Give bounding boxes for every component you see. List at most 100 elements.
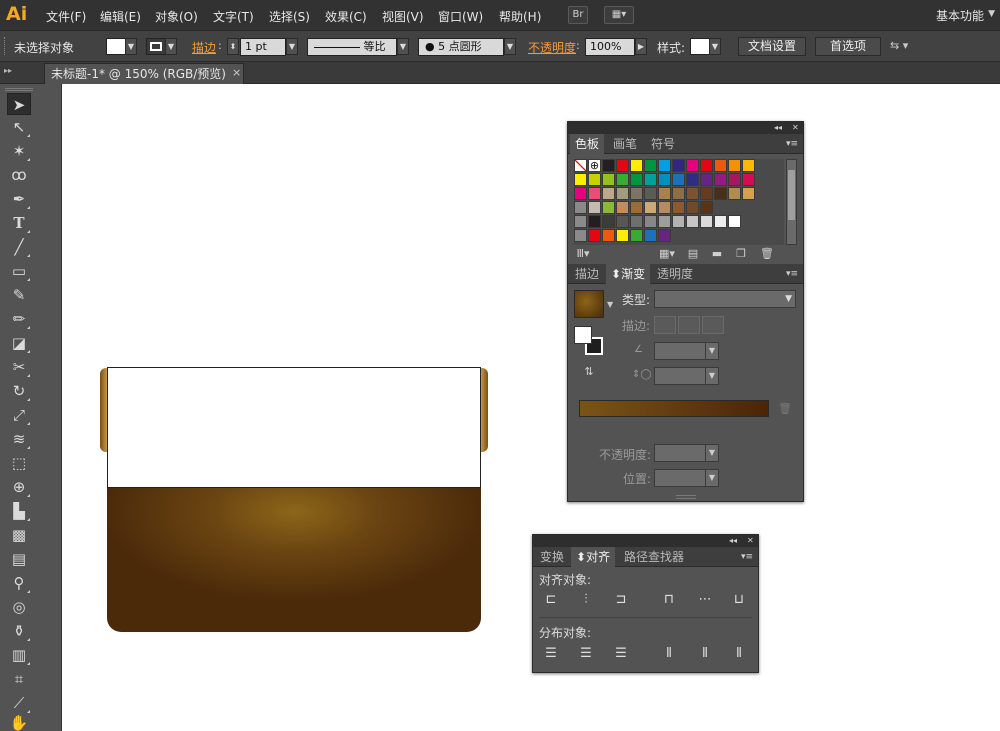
fill-stroke-indicator[interactable] [574,326,604,356]
close-icon[interactable]: × [232,66,241,79]
tab-swatches[interactable]: 色板 [570,134,605,154]
color-swatch[interactable] [672,173,685,186]
panel-menu-icon[interactable]: ▾≡ [741,552,753,562]
color-swatch[interactable] [714,187,727,200]
fill-box[interactable] [574,326,592,344]
panel-menu-icon[interactable]: ▾≡ [786,139,798,149]
stepper-icon[interactable]: ⬍ [227,38,239,55]
color-swatch[interactable] [742,159,755,172]
panel-titlebar[interactable]: ◂◂ ✕ [533,535,758,547]
document-setup-button[interactable]: 文档设置 [738,37,806,56]
perspective-grid-tool-icon[interactable]: ▙ [7,500,31,522]
new-color-group-icon[interactable]: ▬ [708,246,726,262]
menu-window[interactable]: 窗口(W) [438,8,483,25]
fill-swatch[interactable] [106,38,126,55]
tab-symbols[interactable]: 符号 [646,134,680,154]
color-swatch[interactable] [616,201,629,214]
type-tool-icon[interactable]: T [7,212,31,234]
menu-type[interactable]: 文字(T) [213,8,254,25]
color-swatch[interactable] [714,159,727,172]
tab-transform[interactable]: 变换 [535,547,569,567]
pencil-tool-icon[interactable]: ✏ [7,308,31,330]
align-top-icon[interactable]: ⊓ [659,591,679,609]
stroke-label[interactable]: 描边 [192,39,216,56]
variable-width-profile[interactable]: 等比 [307,38,397,56]
bridge-button[interactable]: Br [568,6,588,24]
color-swatch[interactable] [630,215,643,228]
swatch-library-icon[interactable]: Ⅲ▾ [574,246,592,262]
trash-icon[interactable]: 🗑 [758,246,776,262]
gradient-tool-icon[interactable]: ▤ [7,548,31,570]
new-swatch-icon[interactable]: ❐ [732,246,750,262]
collapse-icon[interactable]: ◂◂ [774,122,782,134]
color-swatch[interactable] [714,173,727,186]
distribute-bottom-icon[interactable]: ☰ [611,645,631,663]
color-swatch[interactable] [658,187,671,200]
preferences-button[interactable]: 首选项 [815,37,881,56]
color-swatch[interactable] [742,187,755,200]
rotate-tool-icon[interactable]: ↻ [7,380,31,402]
swatch-scrollbar[interactable] [786,159,797,245]
color-swatch[interactable] [574,173,587,186]
chevron-down-icon[interactable]: ▼ [705,367,719,385]
pasteboard[interactable] [38,84,62,731]
color-swatch[interactable] [644,229,657,242]
chevron-down-icon[interactable]: ▼ [165,38,177,55]
color-swatch[interactable] [700,215,713,228]
color-swatch[interactable] [630,229,643,242]
stroke-gradient-across-icon[interactable] [702,316,724,334]
slice-tool-icon[interactable]: ⟋ [7,692,31,714]
color-swatch[interactable] [658,229,671,242]
tab-pathfinder[interactable]: 路径查找器 [619,547,689,567]
eraser-tool-icon[interactable]: ◪ [7,332,31,354]
color-swatch[interactable] [630,187,643,200]
registration-swatch[interactable]: ⊕ [588,159,601,172]
artwork-gradient-body[interactable] [107,482,481,632]
stop-opacity-input[interactable] [654,444,706,462]
chevron-down-icon[interactable]: ▼ [286,38,298,55]
chevron-down-icon[interactable]: ▼ [397,38,409,55]
color-swatch[interactable] [658,201,671,214]
color-swatch[interactable] [644,215,657,228]
distribute-right-icon[interactable]: ⦀ [729,645,749,663]
menu-effect[interactable]: 效果(C) [325,8,367,25]
color-swatch[interactable] [630,173,643,186]
color-swatch[interactable] [672,187,685,200]
distribute-vertical-center-icon[interactable]: ☰ [576,645,596,663]
eyedropper-tool-icon[interactable]: ⚲ [7,572,31,594]
workspace-switcher[interactable]: 基本功能 [936,7,984,24]
chevron-down-icon[interactable]: ▼ [705,342,719,360]
blend-tool-icon[interactable]: ◎ [7,596,31,618]
color-swatch[interactable] [686,215,699,228]
color-swatch[interactable] [658,159,671,172]
aspect-ratio-input[interactable] [654,367,706,385]
color-swatch[interactable] [728,159,741,172]
gradient-slider[interactable] [579,400,769,417]
color-swatch[interactable] [602,215,615,228]
chevron-down-icon[interactable]: ▼ [705,444,719,462]
none-swatch[interactable] [574,159,587,172]
align-bottom-icon[interactable]: ⊔ [729,591,749,609]
tab-align[interactable]: ⬍对齐 [571,547,616,567]
color-swatch[interactable] [644,173,657,186]
scale-tool-icon[interactable]: ⤢ [7,404,31,426]
color-swatch[interactable] [588,215,601,228]
color-swatch[interactable] [686,173,699,186]
pen-tool-icon[interactable]: ✒ [7,188,31,210]
color-swatch[interactable] [714,215,727,228]
color-swatch[interactable] [672,215,685,228]
chevron-down-icon[interactable]: ▼ [607,300,613,309]
tab-transparency[interactable]: 透明度 [652,264,698,284]
color-swatch[interactable] [742,173,755,186]
brush-definition[interactable]: ● 5 点圆形 [418,38,504,56]
color-swatch[interactable] [616,173,629,186]
color-swatch[interactable] [616,159,629,172]
width-tool-icon[interactable]: ≋ [7,428,31,450]
gradient-annotator-icon[interactable]: ⇅ [580,364,598,380]
resize-grip[interactable] [676,495,696,499]
collapse-panels-icon[interactable]: ▸▸ [4,66,12,75]
scissors-tool-icon[interactable]: ✂ [7,356,31,378]
panel-titlebar[interactable]: ◂◂ ✕ [568,122,803,134]
menu-file[interactable]: 文件(F) [46,8,86,25]
collapse-icon[interactable]: ◂◂ [729,535,737,547]
